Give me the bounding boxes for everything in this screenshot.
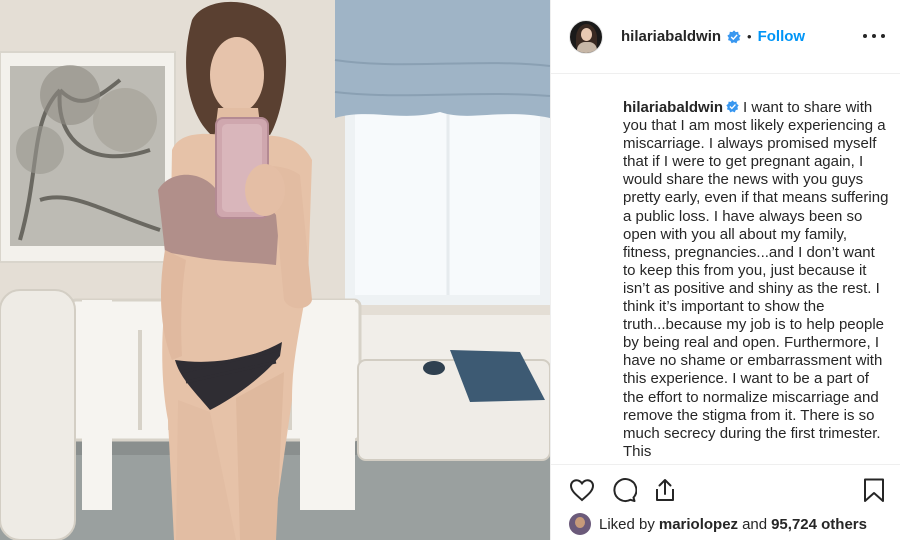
caption-username[interactable]: hilariabaldwin <box>623 99 723 116</box>
bookmark-icon[interactable] <box>861 477 887 503</box>
verified-badge-icon <box>727 29 741 44</box>
post-photo[interactable] <box>0 0 550 540</box>
header-separator: • <box>747 29 752 44</box>
mirror-selfie-image <box>0 0 550 540</box>
liked-by-and: and <box>742 515 768 533</box>
caption-text: I want to share with you that I am most … <box>623 99 889 460</box>
likes-count-link[interactable]: 95,724 others <box>771 516 867 533</box>
liker-avatar[interactable] <box>569 513 591 535</box>
username-link[interactable]: hilariabaldwin <box>621 28 721 45</box>
verified-badge-icon <box>726 100 739 113</box>
heart-icon[interactable] <box>569 477 595 503</box>
profile-avatar[interactable] <box>569 19 603 54</box>
follow-button[interactable]: Follow <box>758 28 806 45</box>
post-side-panel: hilariabaldwin • Follow hilariabaldwin I … <box>550 0 900 540</box>
post-header: hilariabaldwin • Follow <box>551 0 900 74</box>
likes-summary: Liked by mariolopez and 95,724 others <box>569 511 871 537</box>
post-caption: hilariabaldwin I want to share with you t… <box>623 99 889 463</box>
comment-icon[interactable] <box>611 477 637 503</box>
more-options-icon[interactable] <box>863 26 885 46</box>
post-actions <box>551 464 900 512</box>
share-icon[interactable] <box>652 477 678 503</box>
liked-by-prefix: Liked by <box>599 515 655 533</box>
liker-username-link[interactable]: mariolopez <box>659 516 738 533</box>
